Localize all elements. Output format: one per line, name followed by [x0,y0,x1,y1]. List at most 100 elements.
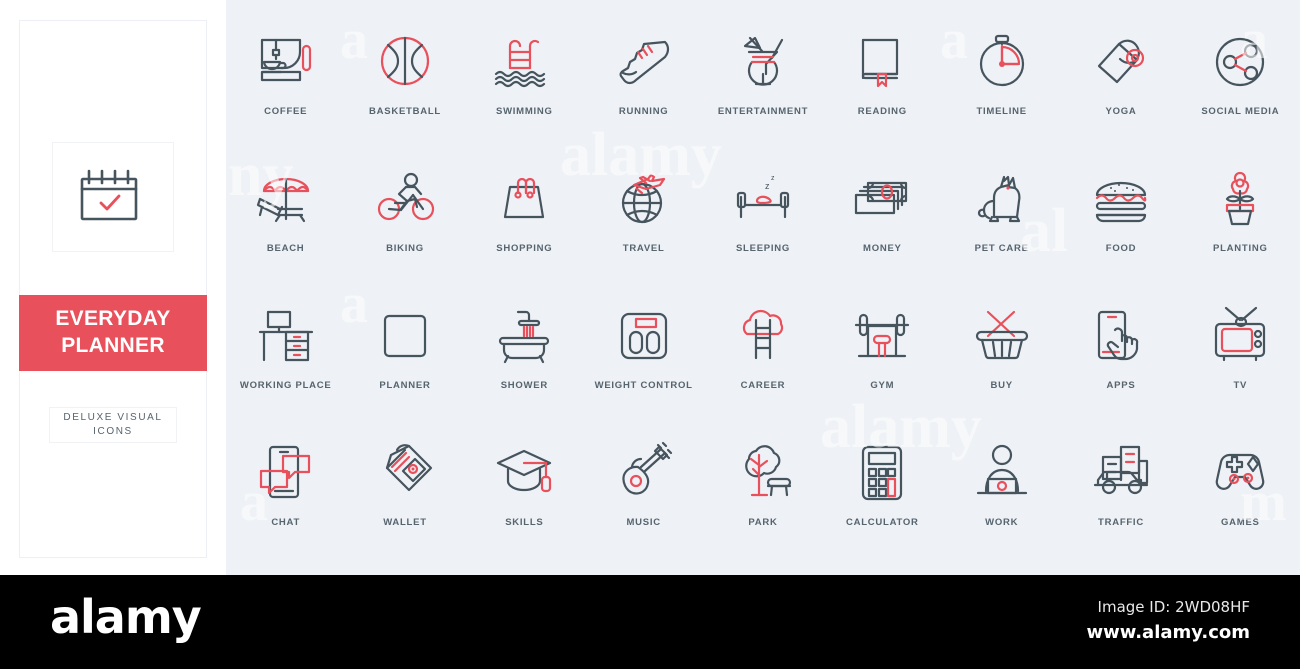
icon-cell[interactable]: COFFEE [226,10,345,147]
icon-cell[interactable]: CAREER [703,284,822,421]
icon-label: TRAVEL [622,243,665,254]
icon-cell[interactable]: TIMELINE [942,10,1061,147]
icon-cell[interactable]: GAMES [1181,421,1300,558]
alamy-url-text: www.alamy.com [1086,622,1250,643]
icon-cell[interactable]: BUY [942,284,1061,421]
bathroom-scale-icon [620,312,667,360]
icon-label: TV [1233,380,1248,391]
icon-cell[interactable]: YOGA [1061,10,1180,147]
icon-cell[interactable]: RUNNING [584,10,703,147]
icon-label: CHAT [271,517,300,528]
icon-cell[interactable]: CALCULATOR [823,421,942,558]
phone-speech-bubbles-icon [259,445,310,499]
icon-cell[interactable]: SKILLS [465,421,584,558]
icon-label: MUSIC [626,517,661,528]
promo-banner: EVERYDAY PLANNER [19,295,207,371]
beach-umbrella-lounger-icon [256,177,309,223]
icon-label: SWIMMING [495,106,553,117]
icon-cell[interactable]: PARK [703,421,822,558]
gamepad-icon [1215,453,1265,490]
icon-cell[interactable]: BIKING [345,147,464,284]
icon-label: MONEY [863,243,902,254]
icon-grid: COFFEE BASKETBALL SWIMMING RUNNING ENTER… [226,10,1300,565]
coffee-machine-icon [260,38,311,82]
flower-pot-icon [1226,171,1255,226]
cyclist-icon [377,172,435,221]
icon-label: YOGA [1105,106,1137,117]
yoga-mat-icon [1097,39,1145,84]
promo-logo-box [52,142,174,252]
icon-label: BASKETBALL [369,106,441,117]
icon-cell[interactable]: TV [1181,284,1300,421]
icon-cell[interactable]: GYM [823,284,942,421]
icon-label: SHOPPING [496,243,553,254]
icon-cell[interactable]: z z SLEEPING [703,147,822,284]
television-icon [1215,306,1266,362]
desk-monitor-icon [258,310,313,362]
icon-label: WORKING PLACE [239,380,332,391]
icon-cell[interactable]: TRAFFIC [1061,421,1180,558]
icon-label: RUNNING [618,106,669,117]
burger-icon [1095,181,1147,223]
icon-cell[interactable]: WEIGHT CONTROL [584,284,703,421]
promo-panel: EVERYDAY PLANNER DELUXE VISUAL ICONS [0,0,226,575]
promo-card [19,20,207,558]
calendar-check-icon [75,163,151,232]
icon-label: FOOD [1105,243,1137,254]
icon-cell[interactable]: WORKING PLACE [226,284,345,421]
basketball-icon [380,36,430,86]
icon-cell[interactable]: BASKETBALL [345,10,464,147]
graduation-cap-icon [497,449,552,493]
icon-cell[interactable]: WALLET [345,421,464,558]
icon-label: PLANTING [1213,243,1268,254]
person-laptop-icon [976,444,1027,495]
icon-cell[interactable]: FOOD [1061,147,1180,284]
icon-cell[interactable]: MONEY [823,147,942,284]
book-bookmark-icon [862,38,899,88]
promo-title-line2: PLANNER [61,334,165,357]
icon-cell[interactable]: PET CARE [942,147,1061,284]
acoustic-guitar-icon [622,441,672,495]
stopwatch-icon [979,34,1024,87]
icon-cell[interactable]: SOCIAL MEDIA [1181,10,1300,147]
tree-bench-icon [745,445,792,497]
icon-cell[interactable]: ENTERTAINMENT [703,10,822,147]
calculator-icon [862,445,903,501]
icon-label: SKILLS [505,517,544,528]
icon-cell[interactable]: MUSIC [584,421,703,558]
icon-label: PLANNER [379,380,431,391]
barbell-rack-icon [855,313,910,358]
icon-cell[interactable]: CHAT [226,421,345,558]
icon-cell[interactable]: BEACH [226,147,345,284]
icon-cell[interactable]: SHOPPING [465,147,584,284]
icon-label: TIMELINE [976,106,1027,117]
icon-label: WEIGHT CONTROL [594,380,693,391]
bed-zzz-icon: z z [736,175,790,219]
icon-label: BIKING [386,243,424,254]
icon-cell[interactable]: WORK [942,421,1061,558]
icon-label: SLEEPING [735,243,791,254]
icon-cell[interactable]: TRAVEL [584,147,703,284]
icon-cell[interactable]: APPS [1061,284,1180,421]
icon-cell[interactable]: SWIMMING [465,10,584,147]
car-buildings-icon [1093,445,1149,495]
icon-label: TRAFFIC [1098,517,1144,528]
icon-cell[interactable]: SHOWER [465,284,584,421]
icon-label: SOCIAL MEDIA [1201,106,1280,117]
svg-text:z: z [771,175,775,182]
icon-label: WORK [985,517,1019,528]
shopping-basket-icon [975,310,1028,360]
icon-label: COFFEE [264,106,308,117]
running-shoe-icon [619,40,669,85]
phone-tap-hand-icon [1097,310,1139,361]
icon-label: GAMES [1221,517,1260,528]
alamy-logo: alamy [50,590,202,644]
icon-label: BUY [990,380,1013,391]
globe-airplane-icon [621,173,665,224]
icon-cell[interactable]: PLANTING [1181,147,1300,284]
icon-cell[interactable]: READING [823,10,942,147]
wallet-icon [385,444,433,492]
icon-cell[interactable]: PLANNER [345,284,464,421]
icon-label: APPS [1106,380,1136,391]
icon-label: CAREER [740,380,786,391]
